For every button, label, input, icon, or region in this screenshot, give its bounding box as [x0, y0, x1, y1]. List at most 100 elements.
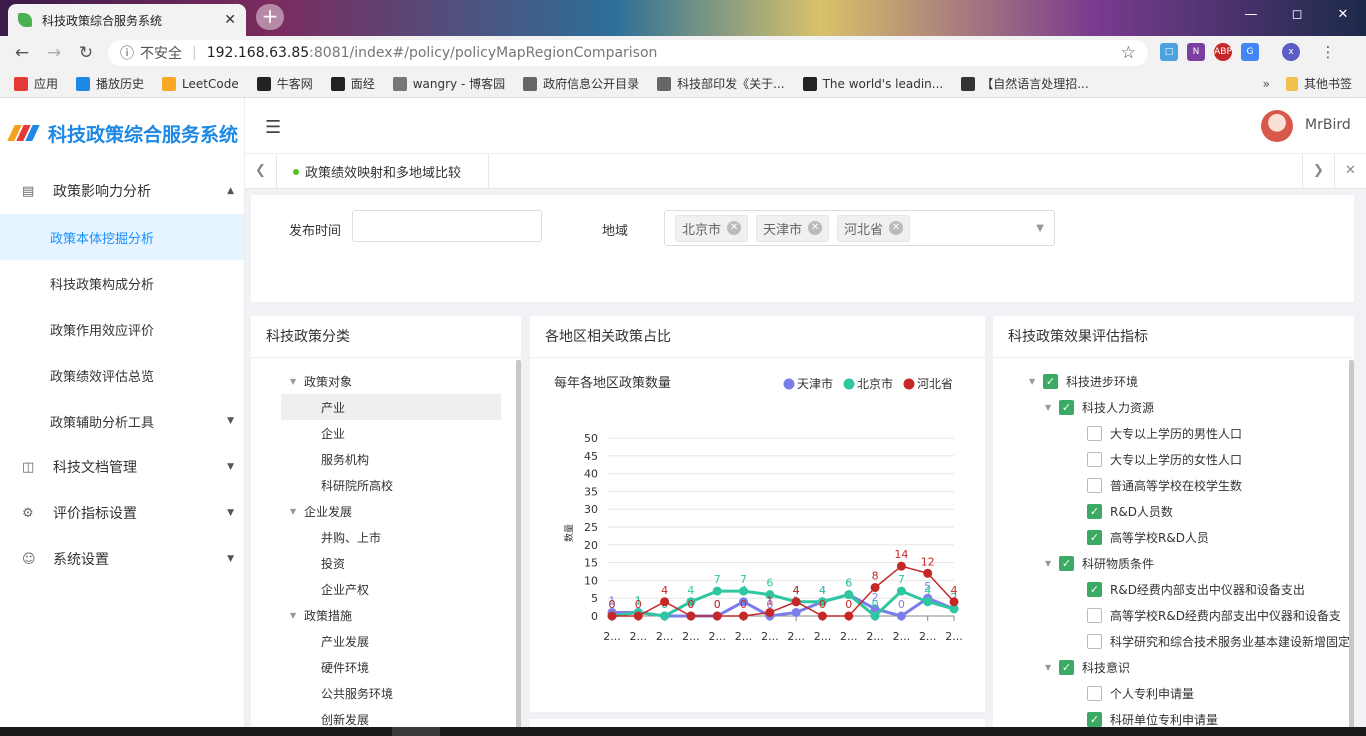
data-point[interactable] [739, 586, 749, 596]
submenu-ontology-mining[interactable]: 政策本体挖掘分析 [0, 214, 244, 260]
tree-node[interactable]: 投资 [281, 550, 501, 576]
data-point[interactable] [949, 597, 959, 607]
chevron-left-icon[interactable]: ❮ [245, 154, 277, 189]
indicator-node[interactable]: 普通高等学校在校学生数 [1029, 472, 1339, 498]
indicator-node[interactable]: 大专以上学历的男性人口 [1029, 420, 1339, 446]
caret-down-icon[interactable]: ▼ [1045, 663, 1059, 672]
translate-icon[interactable]: G [1241, 43, 1259, 61]
data-point[interactable] [923, 597, 933, 607]
caret-down-icon[interactable]: ▼ [290, 507, 304, 516]
time-input[interactable] [352, 210, 542, 242]
checkbox[interactable]: ✓ [1087, 711, 1102, 727]
new-tab-button[interactable]: + [256, 4, 284, 30]
ext-icon[interactable]: □ [1160, 43, 1178, 61]
checkbox[interactable] [1087, 425, 1102, 441]
indicator-node[interactable]: ▼ ✓ 科研物质条件 [1029, 550, 1339, 576]
url-bar[interactable]: ⓘ 不安全 | 192.168.63.85 :8081/index#/polic… [108, 40, 1148, 66]
window-close-icon[interactable]: ✕ [1320, 0, 1366, 30]
tree-node[interactable]: 企业产权 [281, 576, 501, 602]
checkbox[interactable]: ✓ [1059, 555, 1074, 571]
minimize-icon[interactable]: — [1228, 0, 1274, 30]
tree-node[interactable]: 产业 [281, 394, 501, 420]
tree-node[interactable]: 产业发展 [281, 628, 501, 654]
data-point[interactable] [739, 611, 749, 621]
chevron-down-icon[interactable]: ▼ [1036, 223, 1044, 234]
caret-down-icon[interactable]: ▼ [1045, 403, 1059, 412]
avatar[interactable] [1261, 110, 1293, 142]
indicator-node[interactable]: ▼ ✓ 科技意识 [1029, 654, 1339, 680]
caret-down-icon[interactable]: ▼ [1045, 559, 1059, 568]
bookmark-item[interactable]: 【自然语言处理招... [961, 75, 1089, 92]
bookmark-item[interactable]: LeetCode [162, 75, 239, 92]
close-icon[interactable]: ✕ [1334, 154, 1366, 189]
chevron-right-icon[interactable]: ❯ [1302, 154, 1334, 189]
tree-node[interactable]: ▼ 政策措施 [281, 602, 501, 628]
data-point[interactable] [896, 586, 906, 596]
adblock-icon[interactable]: ABP [1214, 43, 1232, 61]
menu-policy-influence[interactable]: ▤ 政策影响力分析 ▲ [0, 168, 244, 214]
tree-node[interactable]: 硬件环境 [281, 654, 501, 680]
tag-active[interactable]: 政策绩效映射和多地域比较 [277, 154, 489, 189]
scrollbar[interactable] [1349, 360, 1354, 736]
collapse-menu-icon[interactable]: ☰ [265, 117, 281, 138]
tree-node[interactable]: 服务机构 [281, 446, 501, 472]
data-point[interactable] [817, 611, 827, 621]
tree-node[interactable]: 公共服务环境 [281, 680, 501, 706]
indicator-node[interactable]: ▼ ✓ 科技进步环境 [1029, 368, 1339, 394]
bookmark-item[interactable]: 政府信息公开目录 [523, 75, 639, 92]
data-point[interactable] [633, 611, 643, 621]
onenote-icon[interactable]: N [1187, 43, 1205, 61]
data-point[interactable] [791, 607, 801, 617]
menu-icon[interactable]: ⋮ [1319, 43, 1337, 61]
tree-node[interactable]: 并购、上市 [281, 524, 501, 550]
back-icon[interactable]: ← [6, 43, 38, 63]
browser-tab[interactable]: 科技政策综合服务系统 ✕ [8, 4, 246, 36]
submenu-aux-tools[interactable]: 政策辅助分析工具 ▼ [0, 398, 244, 444]
submenu-effect-eval[interactable]: 政策作用效应评价 [0, 306, 244, 352]
checkbox[interactable]: ✓ [1087, 529, 1102, 545]
checkbox[interactable]: ✓ [1087, 503, 1102, 519]
indicator-node[interactable]: ✓ R&D经费内部支出中仪器和设备支出 [1029, 576, 1339, 602]
reload-icon[interactable]: ↻ [70, 43, 102, 63]
tree-node[interactable]: ▼ 企业发展 [281, 498, 501, 524]
data-point[interactable] [896, 561, 906, 571]
data-point[interactable] [896, 611, 906, 621]
indicator-node[interactable]: ✓ 高等学校R&D人员 [1029, 524, 1339, 550]
submenu-composition[interactable]: 科技政策构成分析 [0, 260, 244, 306]
legend-marker[interactable] [843, 378, 855, 390]
checkbox[interactable]: ✓ [1043, 373, 1058, 389]
maximize-icon[interactable]: ◻ [1274, 0, 1320, 30]
taskbar-item[interactable] [392, 727, 440, 736]
menu-indicator-settings[interactable]: ⚙ 评价指标设置 ▼ [0, 490, 244, 536]
data-point[interactable] [870, 583, 880, 593]
indicator-node[interactable]: ▼ ✓ 科技人力资源 [1029, 394, 1339, 420]
legend-marker[interactable] [903, 378, 915, 390]
indicator-node[interactable]: ✓ R&D人员数 [1029, 498, 1339, 524]
bookmark-star-icon[interactable]: ☆ [1121, 43, 1136, 63]
bookmark-item[interactable]: wangry - 博客园 [392, 75, 505, 92]
data-point[interactable] [712, 611, 722, 621]
data-point[interactable] [660, 597, 670, 607]
data-point[interactable] [765, 607, 775, 617]
indicator-node[interactable]: 大专以上学历的女性人口 [1029, 446, 1339, 472]
checkbox[interactable] [1087, 607, 1102, 623]
chip-close-icon[interactable]: ✕ [889, 221, 904, 235]
bookmark-item[interactable]: The world's leadin... [802, 75, 943, 92]
data-point[interactable] [686, 611, 696, 621]
profile-icon[interactable]: x [1282, 43, 1300, 61]
legend-marker[interactable] [783, 378, 795, 390]
data-point[interactable] [607, 611, 617, 621]
submenu-performance-overview[interactable]: 政策绩效评估总览 [0, 352, 244, 398]
data-point[interactable] [660, 611, 670, 621]
indicator-node[interactable]: 个人专利申请量 [1029, 680, 1339, 706]
menu-system-settings[interactable]: ☺ 系统设置 ▼ [0, 536, 244, 582]
bookmark-item[interactable]: 科技部印发《关于... [657, 75, 785, 92]
bookmark-item[interactable]: 播放历史 [76, 75, 144, 92]
checkbox[interactable]: ✓ [1059, 659, 1074, 675]
data-point[interactable] [712, 586, 722, 596]
scrollbar[interactable] [516, 360, 521, 736]
tab-close-icon[interactable]: ✕ [224, 12, 236, 28]
checkbox[interactable]: ✓ [1059, 399, 1074, 415]
bookmark-item[interactable]: 应用 [14, 75, 58, 92]
other-bookmarks[interactable]: » 其他书签 [1263, 75, 1352, 92]
